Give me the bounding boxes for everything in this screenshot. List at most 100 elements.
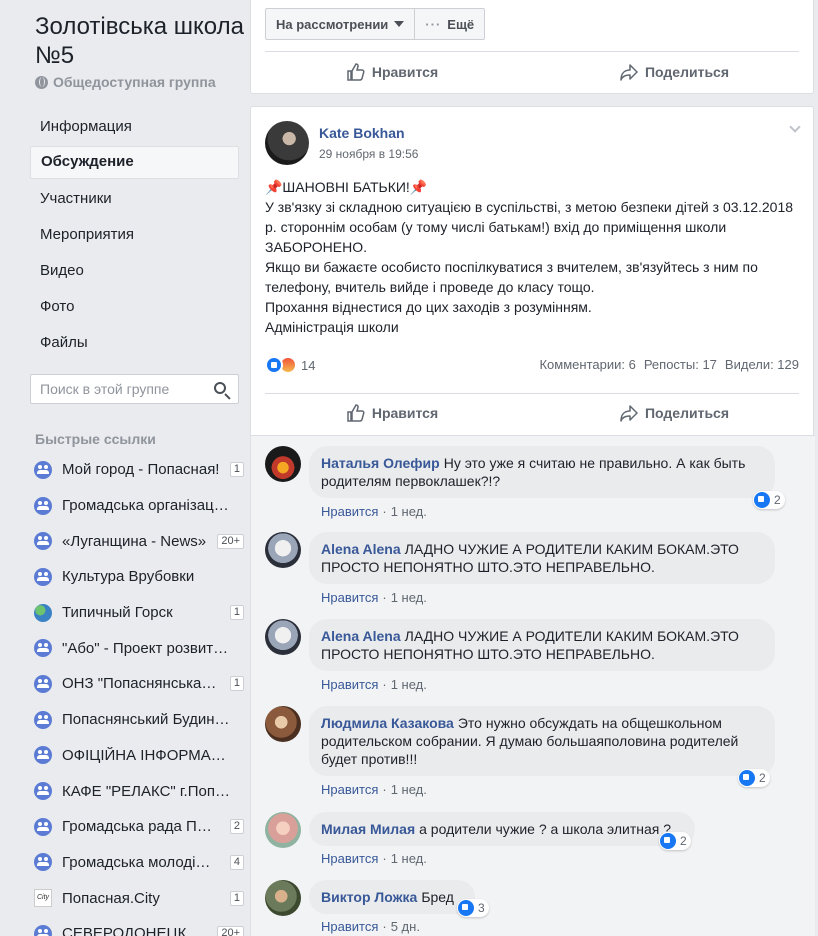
notification-count-badge: 1 [229, 890, 244, 906]
notification-count-badge: 4 [229, 854, 244, 870]
group-icon [34, 710, 52, 729]
share-arrow-icon [620, 64, 638, 81]
quick-link-item[interactable]: ОФІЦІЙНА ІНФОРМАЦ… [34, 738, 244, 774]
nav-item-videos[interactable]: Видео [30, 254, 239, 290]
earth-icon [34, 603, 52, 622]
share-label: Поделиться [644, 64, 730, 80]
comment-like-link[interactable]: Нравится [321, 782, 378, 797]
previous-post-actions: Нравится Поделиться [251, 54, 815, 90]
quick-link-label: СЕВЕРОДОНЕЦК… [62, 925, 202, 936]
quick-link-item[interactable]: City Попасная.City 1 [34, 880, 244, 916]
comment-time[interactable]: 1 нед. [391, 782, 427, 797]
comment-like-link[interactable]: Нравится [321, 590, 378, 605]
quick-link-label: Громадська організаці… [62, 497, 230, 515]
like-button[interactable]: Нравится [251, 395, 533, 431]
quick-link-label: "Або" - Проект розвитк… [62, 639, 230, 657]
commenter-name[interactable]: Alena Alena [321, 541, 401, 557]
nav-item-files[interactable]: Файлы [30, 326, 239, 362]
quick-link-item[interactable]: Мой город - Попасная! 1 [34, 452, 244, 488]
comment-reaction-count: 2 [774, 493, 781, 507]
share-button[interactable]: Поделиться [533, 54, 815, 90]
comment-like-link[interactable]: Нравится [321, 504, 378, 519]
notification-count-badge: 20+ [217, 533, 244, 549]
post-author[interactable]: Kate Bokhan [319, 125, 405, 141]
quick-link-label: ОНЗ "Попаснянська… [62, 675, 217, 693]
quick-link-label: Громадська рада П… [62, 818, 212, 836]
commenter-avatar[interactable] [265, 446, 301, 482]
notification-count-badge: 2 [229, 819, 244, 835]
group-icon [34, 924, 52, 936]
comment-reactions[interactable]: 2 [753, 491, 785, 509]
post-body: 📌ШАНОВНІ БАТЬКИ!📌 У зв'язку зі складною … [265, 179, 794, 335]
comment-time[interactable]: 1 нед. [391, 504, 427, 519]
review-status-label: На рассмотрении [276, 16, 389, 32]
quick-link-item[interactable]: «Луганщина - News» 20+ [34, 523, 244, 559]
reposts-count[interactable]: Репосты: 17 [644, 357, 717, 372]
comment-reactions[interactable]: 2 [659, 832, 691, 850]
commenter-name[interactable]: Людмила Казакова [321, 715, 454, 731]
like-reaction-icon [660, 833, 676, 849]
nav-item-photos[interactable]: Фото [30, 290, 239, 326]
commenter-avatar[interactable] [265, 812, 301, 848]
like-reaction-icon [458, 900, 474, 916]
thumbs-up-icon [347, 404, 365, 422]
author-avatar[interactable] [265, 121, 309, 165]
comment-time[interactable]: 1 нед. [391, 851, 427, 866]
comment-time[interactable]: 1 нед. [391, 590, 427, 605]
group-nav: Информация Обсуждение Участники Мероприя… [30, 110, 239, 362]
commenter-name[interactable]: Alena Alena [321, 628, 401, 644]
quick-link-item[interactable]: Типичный Горск 1 [34, 595, 244, 631]
commenter-avatar[interactable] [265, 619, 301, 655]
comments-count[interactable]: Комментарии: 6 [539, 357, 635, 372]
search-icon[interactable] [214, 382, 226, 394]
comment-reactions[interactable]: 2 [738, 769, 770, 787]
caret-down-icon [394, 21, 405, 27]
commenter-name[interactable]: Наталья Олефир [321, 455, 440, 471]
comment-reactions[interactable]: 3 [457, 899, 489, 917]
comment-time[interactable]: 1 нед. [391, 677, 427, 692]
divider [265, 393, 799, 394]
reaction-summary[interactable]: 14 [265, 356, 315, 374]
commenter-name[interactable]: Виктор Ложка [321, 889, 417, 905]
search-input[interactable] [31, 375, 201, 403]
quick-link-item[interactable]: Громадська рада П… 2 [34, 809, 244, 845]
nav-item-info[interactable]: Информация [30, 110, 239, 146]
commenter-avatar[interactable] [265, 880, 301, 916]
comment-time[interactable]: 5 дн. [391, 919, 420, 934]
comment-like-link[interactable]: Нравится [321, 677, 378, 692]
quick-link-item[interactable]: ОНЗ "Попаснянська… 1 [34, 666, 244, 702]
commenter-avatar[interactable] [265, 706, 301, 742]
quick-links-header: Быстрые ссылки [35, 431, 156, 447]
like-button[interactable]: Нравится [251, 54, 533, 90]
comment-bubble: Наталья Олефир Ну это уже я считаю не пра… [309, 446, 775, 498]
nav-item-members[interactable]: Участники [30, 182, 239, 218]
more-button[interactable]: ··· Ещё [415, 8, 486, 40]
group-title[interactable]: Золотівська школа №5 [35, 12, 250, 70]
comment-like-link[interactable]: Нравится [321, 851, 378, 866]
reaction-count: 14 [301, 357, 316, 373]
quick-link-item[interactable]: КАФЕ "РЕЛАКС" г.Поп… [34, 773, 244, 809]
chevron-down-icon[interactable] [789, 121, 801, 133]
views-count[interactable]: Видели: 129 [725, 357, 799, 372]
nav-item-events[interactable]: Мероприятия [30, 218, 239, 254]
commenter-avatar[interactable] [265, 532, 301, 568]
quick-link-item[interactable]: "Або" - Проект розвитк… [34, 630, 244, 666]
quick-link-label: Попаснянський Будин… [62, 711, 230, 729]
quick-link-item[interactable]: СЕВЕРОДОНЕЦК… 20+ [34, 916, 244, 936]
commenter-name[interactable]: Милая Милая [321, 821, 415, 837]
post-stats: Комментарии: 6 Репосты: 17 Видели: 129 [539, 357, 799, 372]
quick-link-label: Типичный Горск [62, 604, 173, 622]
nav-item-discussion[interactable]: Обсуждение [30, 146, 239, 179]
quick-link-item[interactable]: Громадська організаці… [34, 488, 244, 524]
group-type: Общедоступная группа [35, 74, 216, 90]
quick-link-item[interactable]: Попаснянський Будин… [34, 702, 244, 738]
group-icon [34, 567, 52, 586]
review-status-button[interactable]: На рассмотрении [265, 8, 416, 40]
quick-link-item[interactable]: Культура Врубовки [34, 559, 244, 595]
share-button[interactable]: Поделиться [533, 395, 815, 431]
quick-link-item[interactable]: Громадська молоді… 4 [34, 845, 244, 881]
post-timestamp[interactable]: 29 ноября в 19:56 [319, 147, 418, 161]
comment-like-link[interactable]: Нравится [321, 919, 378, 934]
group-icon [34, 460, 52, 479]
comments-section: Наталья Олефир Ну это уже я считаю не пра… [251, 435, 815, 936]
